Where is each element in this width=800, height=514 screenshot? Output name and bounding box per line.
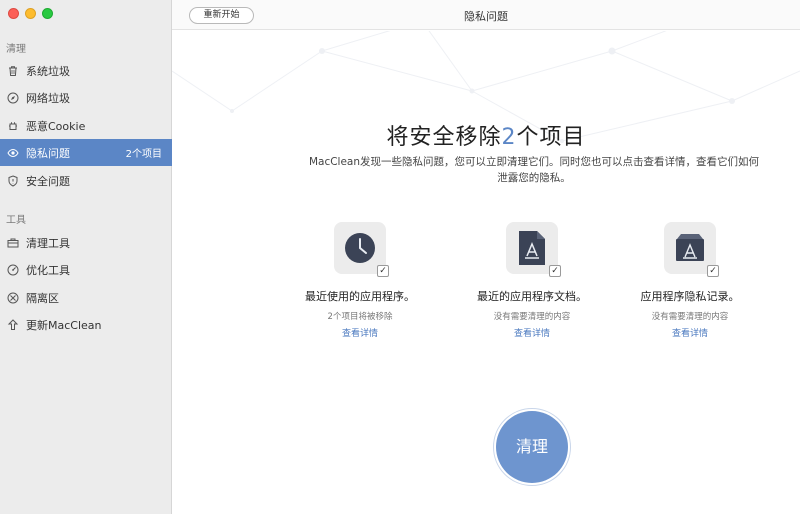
sidebar-item-label: 网络垃圾	[26, 91, 70, 105]
sidebar-item-label: 恶意Cookie	[26, 119, 86, 133]
card-icon-box[interactable]: ✓	[334, 222, 389, 277]
sidebar-item-security[interactable]: 安全问题	[0, 167, 172, 194]
card-icon-box[interactable]: ✓	[506, 222, 561, 277]
minimize-window-button[interactable]	[25, 8, 36, 19]
card-app-privacy-records: ✓ 应用程序隐私记录。 没有需要清理的内容 查看详情	[610, 222, 770, 339]
card-checkbox[interactable]: ✓	[707, 265, 719, 277]
compass-icon	[6, 91, 20, 105]
quarantine-icon	[6, 291, 20, 305]
sidebar-item-privacy[interactable]: 隐私问题 2个项目	[0, 139, 172, 166]
card-subtitle: 没有需要清理的内容	[651, 312, 729, 322]
sidebar-item-cookie[interactable]: 恶意Cookie	[0, 112, 172, 139]
sidebar-item-web-junk[interactable]: 网络垃圾	[0, 84, 172, 111]
card-checkbox[interactable]: ✓	[377, 265, 389, 277]
zoom-window-button[interactable]	[42, 8, 53, 19]
window-title: 隐私问题	[464, 10, 508, 23]
card-icon-box[interactable]: ✓	[664, 222, 719, 277]
clean-button[interactable]: 清理	[496, 411, 568, 483]
sidebar-item-label: 隔离区	[26, 291, 59, 305]
clean-button-ring: 清理	[493, 408, 571, 486]
sidebar-item-quarantine[interactable]: 隔离区	[0, 284, 172, 311]
sidebar: 清理 系统垃圾 网络垃圾 恶意Cookie 隐私问题 2个项目 安全问题 工具	[0, 0, 172, 514]
shield-icon	[6, 174, 20, 188]
card-title: 最近使用的应用程序。	[305, 290, 415, 303]
sidebar-item-update[interactable]: 更新MacClean	[0, 311, 172, 338]
card-subtitle: 2个项目将被移除	[327, 312, 393, 322]
sidebar-item-label: 清理工具	[26, 236, 70, 250]
eye-icon	[6, 146, 20, 160]
card-subtitle: 没有需要清理的内容	[493, 312, 571, 322]
sidebar-item-system-junk[interactable]: 系统垃圾	[0, 57, 172, 84]
document-icon	[519, 231, 545, 265]
main-panel: 将安全移除2个项目 MacClean发现一些隐私问题，您可以立即清理它们。同时您…	[172, 31, 800, 514]
section-title-tools: 工具	[6, 215, 26, 226]
trash-icon	[6, 64, 20, 78]
card-title: 应用程序隐私记录。	[640, 290, 740, 303]
sidebar-item-label: 更新MacClean	[26, 318, 102, 332]
card-recent-apps: ✓ 最近使用的应用程序。 2个项目将被移除 查看详情	[280, 222, 440, 339]
headline-suffix: 个项目	[516, 125, 586, 150]
card-title: 最近的应用程序文档。	[477, 290, 587, 303]
toolbox-icon	[6, 236, 20, 250]
sidebar-item-label: 系统垃圾	[26, 64, 70, 78]
card-checkbox[interactable]: ✓	[549, 265, 561, 277]
arrow-up-icon	[6, 318, 20, 332]
headline-prefix: 将安全移除	[386, 125, 502, 150]
window-controls	[8, 8, 53, 19]
sidebar-item-label: 隐私问题	[26, 146, 70, 160]
close-window-button[interactable]	[8, 8, 19, 19]
clock-icon	[345, 233, 375, 263]
view-details-link[interactable]: 查看详情	[610, 326, 770, 339]
description: MacClean发现一些隐私问题，您可以立即清理它们。同时您也可以点击查看详情，…	[308, 156, 760, 184]
speedometer-icon	[6, 263, 20, 277]
cookie-icon	[6, 119, 20, 133]
headline-count: 2	[501, 125, 517, 150]
title-bar: 重新开始 隐私问题	[172, 0, 800, 30]
headline: 将安全移除2个项目	[172, 119, 800, 151]
sidebar-item-clean-tools[interactable]: 清理工具	[0, 229, 172, 256]
section-title-clean: 清理	[6, 44, 26, 55]
app-store-icon	[676, 234, 704, 261]
item-count-badge: 2个项目	[125, 149, 162, 160]
view-details-link[interactable]: 查看详情	[280, 326, 440, 339]
sidebar-item-label: 优化工具	[26, 263, 70, 277]
card-recent-documents: ✓ 最近的应用程序文档。 没有需要清理的内容 查看详情	[452, 222, 612, 339]
sidebar-item-optimize-tools[interactable]: 优化工具	[0, 256, 172, 283]
sidebar-item-label: 安全问题	[26, 174, 70, 188]
view-details-link[interactable]: 查看详情	[452, 326, 612, 339]
